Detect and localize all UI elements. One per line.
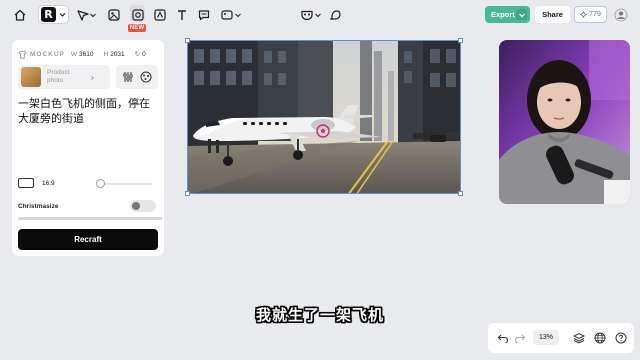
- product-photo-label: Product photo: [47, 69, 70, 84]
- aspect-slider-knob[interactable]: [96, 179, 105, 188]
- chevron-right-icon: ›: [91, 72, 94, 82]
- chevron-down-icon[interactable]: [516, 9, 527, 20]
- zoom-level[interactable]: 13%: [533, 330, 559, 345]
- layers-icon[interactable]: [572, 331, 585, 344]
- airplane-street-image: [188, 41, 460, 193]
- resize-handle-bottom-left[interactable]: [185, 191, 190, 196]
- comment-icon[interactable]: [197, 8, 211, 22]
- mask-chevron-icon[interactable]: [314, 8, 322, 22]
- settings-chevron-icon[interactable]: [234, 8, 242, 22]
- credits-value: 779: [589, 11, 601, 18]
- product-thumbnail: [21, 67, 41, 87]
- image-edit-icon[interactable]: [131, 8, 145, 22]
- width-value: 3610: [79, 50, 94, 58]
- redo-icon[interactable]: [513, 331, 526, 344]
- new-badge: NEW: [128, 24, 146, 32]
- properties-panel: MOCKUP W 3610 H 2031 ↻ 0 Product photo › 一架…: [12, 40, 164, 256]
- aspect-ratio-icon: [18, 178, 34, 188]
- height-value: 2031: [110, 50, 125, 58]
- width-label: W: [70, 50, 78, 58]
- home-icon[interactable]: [13, 8, 27, 22]
- prompt-text[interactable]: 一架白色飞机的侧面，停在大厦旁的街道: [18, 96, 160, 126]
- resize-handle-bottom-right[interactable]: [458, 191, 463, 196]
- height-label: H: [103, 50, 109, 58]
- chevron-down-icon: [58, 10, 67, 19]
- resize-handle-top-right[interactable]: [458, 38, 463, 43]
- rotation-value: 0: [142, 51, 146, 58]
- mockup-label: MOCKUP: [30, 50, 65, 58]
- sparkle-icon: [580, 11, 588, 18]
- vector-icon[interactable]: [153, 8, 167, 22]
- generated-image[interactable]: [187, 40, 461, 194]
- share-button[interactable]: Share: [535, 6, 570, 23]
- style-toggle[interactable]: [130, 200, 156, 212]
- pointer-icon[interactable]: [76, 8, 90, 22]
- export-label: Export: [491, 10, 515, 19]
- adjust-icon: [122, 71, 134, 83]
- credits-button[interactable]: 779: [574, 6, 607, 23]
- recraft-button[interactable]: Recraft: [18, 229, 158, 250]
- user-avatar[interactable]: [612, 6, 630, 23]
- horizontal-scrollbar[interactable]: [18, 217, 162, 220]
- style-button[interactable]: [134, 65, 158, 89]
- recraft-logo: R: [41, 7, 56, 22]
- resize-handle-top-left[interactable]: [185, 38, 190, 43]
- globe-icon[interactable]: [593, 331, 606, 344]
- webcam-overlay: [499, 40, 630, 204]
- scatter-icon: [140, 71, 152, 83]
- rotation-icon: ↻: [134, 51, 141, 58]
- height-field[interactable]: H 2031: [104, 51, 125, 58]
- toggle-knob: [132, 202, 140, 210]
- video-subtitle: 我就生了一架飞机: [255, 306, 384, 324]
- mask-icon[interactable]: [300, 8, 314, 22]
- export-button[interactable]: Export: [485, 6, 530, 23]
- style-name: Christmasize: [18, 203, 59, 210]
- aspect-slider-track[interactable]: [98, 183, 152, 185]
- image-settings-icon[interactable]: [220, 8, 234, 22]
- mouse-icon[interactable]: [328, 8, 342, 22]
- presenter-video: [499, 40, 630, 204]
- image-icon[interactable]: [107, 8, 121, 22]
- width-field[interactable]: W 3610: [71, 51, 94, 58]
- product-photo-selector[interactable]: Product photo ›: [18, 65, 110, 89]
- rotation-field[interactable]: ↻ 0: [135, 50, 146, 58]
- text-icon[interactable]: [175, 8, 189, 22]
- workspace-switcher[interactable]: R: [38, 5, 69, 24]
- top-toolbar: R NEW Export Share 779: [0, 0, 640, 32]
- mockup-header: MOCKUP W 3610 H 2031 ↻ 0: [18, 48, 158, 60]
- pointer-menu-chevron-icon[interactable]: [89, 8, 97, 22]
- aspect-ratio-value: 16:9: [42, 179, 55, 187]
- canvas-controls: 13%: [488, 323, 634, 353]
- shirt-icon: [18, 49, 27, 59]
- help-icon[interactable]: [614, 331, 627, 344]
- undo-icon[interactable]: [496, 331, 509, 344]
